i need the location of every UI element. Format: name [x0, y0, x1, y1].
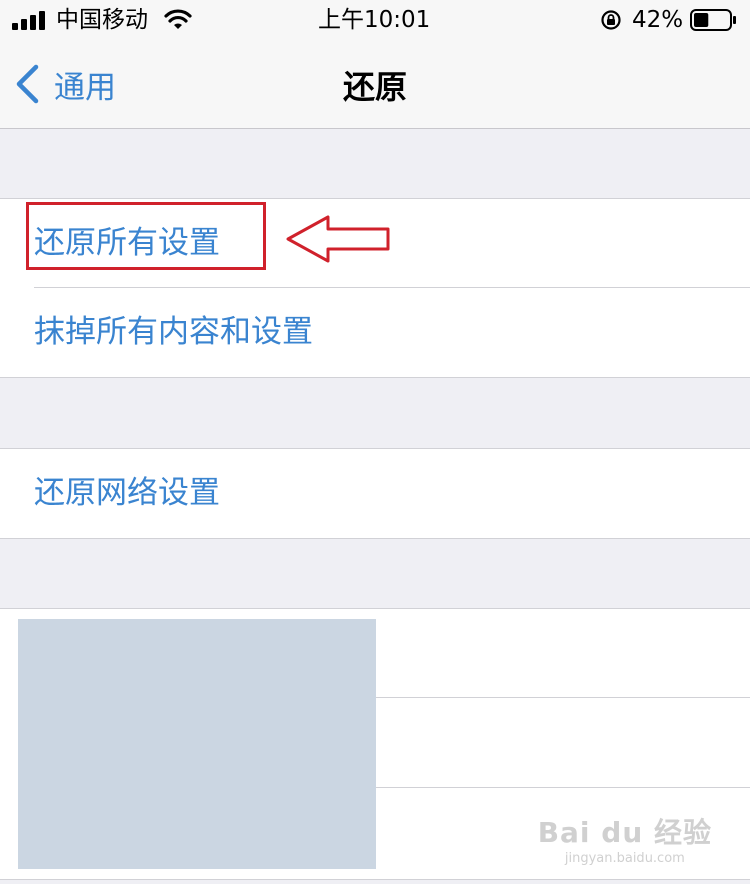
reset-network-settings-row[interactable]: 还原网络设置	[0, 449, 750, 538]
battery-percent: 42%	[632, 7, 684, 33]
status-bar: 中国移动 上午10:01 42%	[0, 0, 750, 40]
page-title: 还原	[342, 68, 407, 106]
highlight-box	[26, 202, 266, 270]
arrow-left-icon	[286, 215, 390, 263]
navigation-bar: 通用 还原	[0, 40, 750, 129]
redaction-block	[18, 619, 376, 869]
carrier-label: 中国移动	[56, 7, 148, 33]
reset-group-2: 还原网络设置	[0, 448, 750, 539]
erase-all-content-label: 抹掉所有内容和设置	[34, 314, 313, 350]
reset-network-settings-label: 还原网络设置	[34, 475, 220, 511]
wifi-icon	[164, 9, 192, 29]
watermark: Bai du 经验 jingyan.baidu.com	[538, 811, 712, 866]
watermark-logo: Bai du 经验	[537, 816, 712, 849]
erase-all-content-row[interactable]: 抹掉所有内容和设置	[0, 288, 750, 377]
orientation-lock-icon	[601, 10, 621, 30]
signal-icon	[12, 11, 45, 30]
watermark-url: jingyan.baidu.com	[564, 851, 685, 866]
battery-icon	[690, 9, 736, 31]
clock-label: 上午10:01	[318, 7, 431, 33]
